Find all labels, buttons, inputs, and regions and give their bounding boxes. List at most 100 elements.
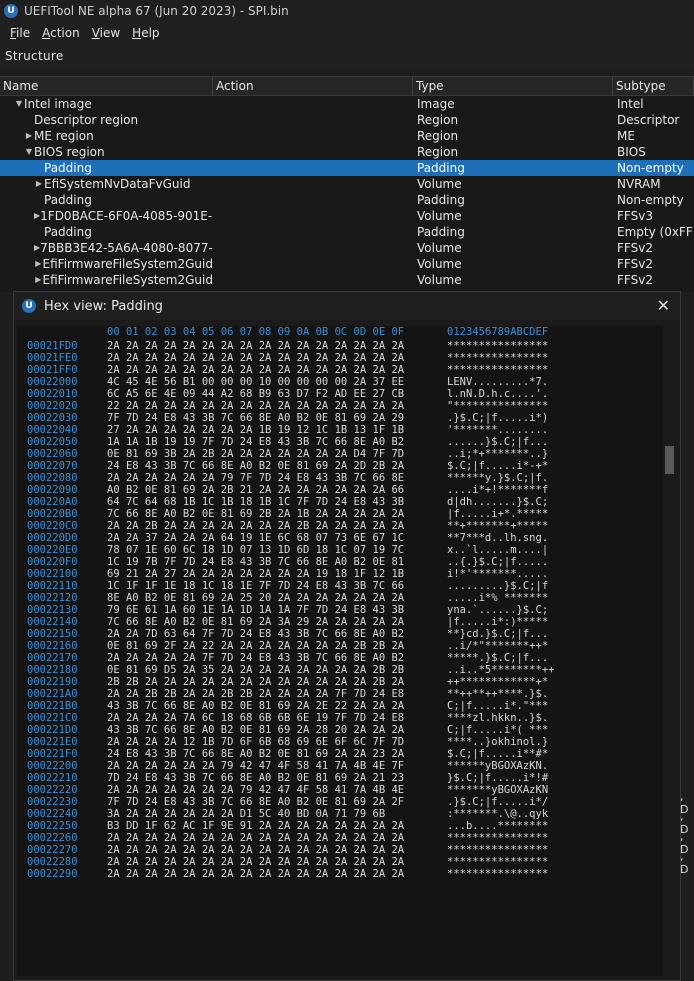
structure-label: Structure: [0, 44, 694, 68]
tree-row[interactable]: ▶ 7BBB3E42-5A6A-4080-8077-... Volume FFSv2: [0, 240, 694, 256]
hex-line: 00022210 7D 24 E8 43 3B 7C 66 8E A0 B2 0E…: [17, 772, 673, 784]
hex-header: 00 01 02 03 04 05 06 07 08 09 0A 0B 0C 0…: [17, 326, 673, 340]
collapsed-arrow-icon[interactable]: ▶: [34, 256, 43, 272]
hex-bytes: 6C A5 6E 4E 09 44 A2 68 B9 63 D7 F2 AD E…: [107, 388, 405, 400]
expanded-arrow-icon[interactable]: ▼: [24, 144, 34, 160]
hex-ascii: ....i*+!*******f: [447, 484, 549, 496]
column-action[interactable]: Action: [213, 77, 413, 95]
hex-line: 00022190 2B 2B 2A 2A 2A 2A 2A 2A 2A 2A 2A…: [17, 676, 673, 688]
tree-row-type: Volume: [417, 209, 462, 223]
scrollbar-thumb[interactable]: [665, 446, 674, 474]
hex-line: 000221E0 2A 2A 2A 2A 12 1B 7D 6F 6B 68 69…: [17, 736, 673, 748]
app-icon: U: [22, 299, 36, 313]
hex-address: 00022290: [27, 868, 78, 880]
hex-ascii: .........}$.C;|f: [447, 580, 549, 592]
hex-line: 00022060 0E 81 69 3B 2A 2B 2A 2A 2A 2A 2A…: [17, 448, 673, 460]
menu-action[interactable]: Action: [42, 26, 80, 40]
hex-bytes: 2A 2A 2A 2A 2A 2A 2A 79 42 47 4F 58 41 7…: [107, 784, 405, 796]
tree-row[interactable]: ▼ Intel image Image Intel: [0, 96, 694, 112]
tree-row[interactable]: Padding Padding Non-empty: [0, 192, 694, 208]
hex-ascii: $.C;|f.....i**#*: [447, 748, 549, 760]
hex-scrollbar[interactable]: [663, 326, 676, 976]
hex-area[interactable]: 00 01 02 03 04 05 06 07 08 09 0A 0B 0C 0…: [17, 326, 673, 976]
hex-bytes: B3 DD 1F 62 AC 1F 9E 91 2A 2A 2A 2A 2A 2…: [107, 820, 405, 832]
column-subtype[interactable]: Subtype: [613, 77, 694, 95]
expanded-arrow-icon[interactable]: ▼: [14, 96, 24, 112]
hex-line: 00022150 2A 2A 7D 63 64 7F 7D 24 E8 43 3B…: [17, 628, 673, 640]
hex-bytes: 2A 2A 2A 2A 2A 2A 79 42 47 4F 58 41 7A 4…: [107, 760, 405, 772]
tree-row-type: Volume: [417, 273, 462, 287]
column-type[interactable]: Type: [413, 77, 613, 95]
hex-ascii: *****.}$.C;|f...: [447, 652, 549, 664]
tree-row-label: BIOS region: [34, 145, 105, 159]
structure-tree[interactable]: Name Action Type Subtype ▼ Intel image Ima…: [0, 76, 694, 292]
hex-ascii: **++**++****.}$.: [447, 688, 549, 700]
tree-row[interactable]: ▶ EfiFirmwareFileSystem2Guid Volume FFSv2: [0, 272, 694, 288]
hex-address: 00022020: [27, 400, 78, 412]
hex-ascii: $.C;|f.....i*-+*: [447, 460, 549, 472]
hex-address: 000221F0: [27, 748, 78, 760]
hex-address: 00022000: [27, 376, 78, 388]
hex-line: 00022070 24 E8 43 3B 7C 66 8E A0 B2 0E 81…: [17, 460, 673, 472]
tree-row-type: Image: [417, 97, 455, 111]
hex-ascii: .}$.C;|f.....i*/: [447, 796, 549, 808]
hex-address: 00021FF0: [27, 364, 78, 376]
tree-row[interactable]: ▶ EfiFirmwareFileSystem2Guid Volume FFSv2: [0, 256, 694, 272]
hex-line: 00022080 2A 2A 2A 2A 2A 2A 79 7F 7D 24 E8…: [17, 472, 673, 484]
tree-row-label: 7BBB3E42-5A6A-4080-8077-...: [40, 241, 213, 255]
tree-row-label: EfiSystemNvDataFvGuid: [44, 177, 191, 191]
hex-line: 00021FF0 2A 2A 2A 2A 2A 2A 2A 2A 2A 2A 2A…: [17, 364, 673, 376]
tree-row-type: Volume: [417, 241, 462, 255]
hex-line: 00022280 2A 2A 2A 2A 2A 2A 2A 2A 2A 2A 2A…: [17, 856, 673, 868]
tree-row[interactable]: ▶ EfiSystemNvDataFvGuid Volume NVRAM: [0, 176, 694, 192]
close-icon[interactable]: ✕: [657, 296, 670, 315]
hex-bytes: 24 E8 43 3B 7C 66 8E A0 B2 0E 81 69 2A 2…: [107, 748, 405, 760]
menu-view[interactable]: View: [92, 26, 120, 40]
hex-bytes: 2A 2A 2B 2B 2A 2A 2B 2B 2A 2A 2A 2A 7F 7…: [107, 688, 405, 700]
tree-row[interactable]: Padding Padding Non-empty: [0, 160, 694, 176]
hex-address: 00022200: [27, 760, 78, 772]
hex-address: 00022130: [27, 604, 78, 616]
hex-bytes: 43 3B 7C 66 8E A0 B2 0E 81 69 2A 28 20 2…: [107, 724, 405, 736]
hex-line: 00022290 2A 2A 2A 2A 2A 2A 2A 2A 2A 2A 2A…: [17, 868, 673, 880]
column-name[interactable]: Name: [0, 77, 213, 95]
hex-bytes: 7C 66 8E A0 B2 0E 81 69 2A 3A 29 2A 2A 2…: [107, 616, 405, 628]
hex-ascii: '*******........: [447, 424, 549, 436]
tree-row-action: [213, 240, 413, 256]
hex-address: 00022010: [27, 388, 78, 400]
tree-row-type: Volume: [417, 177, 462, 191]
tree-row[interactable]: ▶ 1FD0BACE-6F0A-4085-901E-... Volume FFSv3: [0, 208, 694, 224]
hex-ascii: ******y.}$.C;|f.: [447, 472, 549, 484]
menu-help[interactable]: Help: [132, 26, 159, 40]
tree-row[interactable]: Padding Padding Empty (0xFF): [0, 224, 694, 240]
collapsed-arrow-icon[interactable]: ▶: [34, 176, 44, 192]
hex-address: 00022140: [27, 616, 78, 628]
tree-row[interactable]: Descriptor region Region Descriptor: [0, 112, 694, 128]
hex-ascii: }$.C;|f.....i*!#: [447, 772, 549, 784]
tree-row-name: Padding: [0, 192, 213, 208]
collapsed-arrow-icon[interactable]: ▶: [34, 272, 43, 288]
hex-line: 00022250 B3 DD 1F 62 AC 1F 9E 91 2A 2A 2A…: [17, 820, 673, 832]
hex-bytes: 8E A0 B2 0E 81 69 2A 25 20 2A 2A 2A 2A 2…: [107, 592, 405, 604]
hex-address: 00022160: [27, 640, 78, 652]
hex-address: 00022170: [27, 652, 78, 664]
tree-row[interactable]: ▼ BIOS region Region BIOS: [0, 144, 694, 160]
hex-address: 00022150: [27, 628, 78, 640]
hex-ascii: ****************: [447, 352, 549, 364]
tree-row[interactable]: ▶ ME region Region ME: [0, 128, 694, 144]
hex-line: 00021FE0 2A 2A 2A 2A 2A 2A 2A 2A 2A 2A 2A…: [17, 352, 673, 364]
hex-bytes: 24 E8 43 3B 7C 66 8E A0 B2 0E 81 69 2A 2…: [107, 460, 405, 472]
hex-bytes: 2A 2A 2A 2A 2A 2A 2A 2A 2A 2A 2A 2A 2A 2…: [107, 844, 405, 856]
hex-ascii: :*******.\@..qyk: [447, 808, 549, 820]
tree-row-name: Padding: [0, 160, 213, 176]
tree-row-label: Descriptor region: [34, 113, 139, 127]
hex-bytes: 7D 24 E8 43 3B 7C 66 8E A0 B2 0E 81 69 2…: [107, 772, 405, 784]
hex-address: 00022260: [27, 832, 78, 844]
hex-bytes: 0E 81 69 D5 2A 35 2A 2A 2A 2A 2A 2A 2A 2…: [107, 664, 405, 676]
collapsed-arrow-icon[interactable]: ▶: [24, 128, 34, 144]
menu-file[interactable]: File: [10, 26, 30, 40]
hex-ascii: .}$.C;|f.....i*): [447, 412, 549, 424]
hex-ascii: C;|f.....i*."***: [447, 700, 549, 712]
hex-address: 000221D0: [27, 724, 78, 736]
hex-bytes: 22 2A 2A 2A 2A 2A 2A 2A 2A 2A 2A 2A 2A 2…: [107, 400, 405, 412]
